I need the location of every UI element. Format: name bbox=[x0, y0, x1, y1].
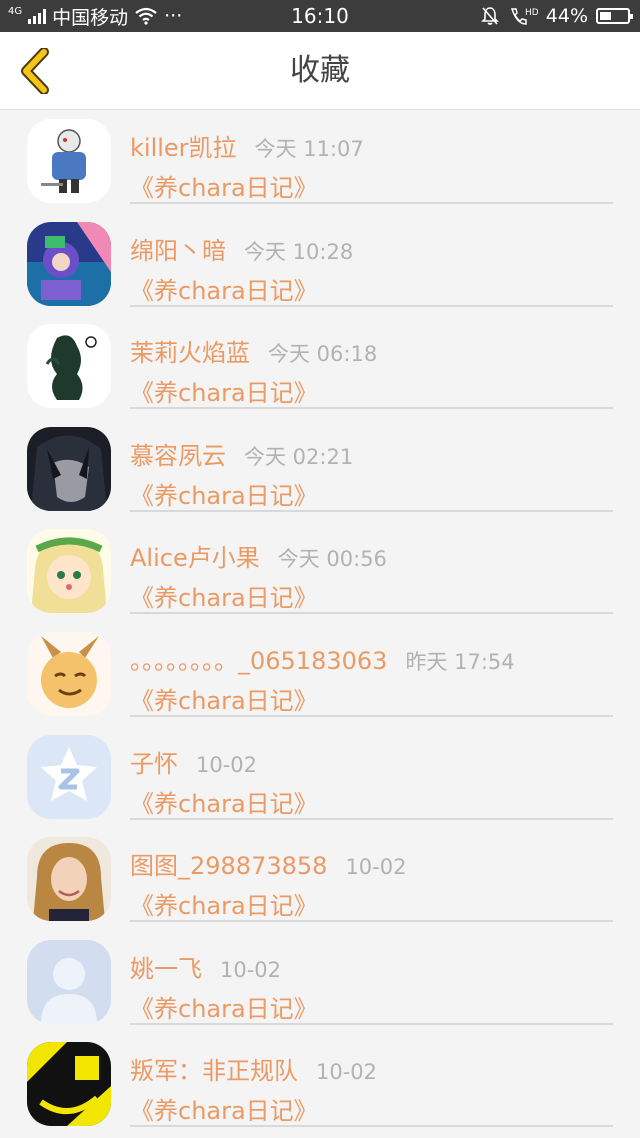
item-title[interactable]: 《养chara日记》 bbox=[130, 271, 318, 306]
user-name[interactable]: 。。。。。。。。_065183063 bbox=[130, 641, 387, 676]
item-body: 子怀 10-02 《养chara日记》 bbox=[130, 728, 613, 820]
page-title: 收藏 bbox=[290, 53, 350, 88]
item-time: 今天 11:07 bbox=[254, 137, 364, 161]
item-title[interactable]: 《养chara日记》 bbox=[130, 168, 318, 203]
user-name[interactable]: 姚一飞 bbox=[130, 949, 202, 984]
hd-call-icon: HD bbox=[510, 8, 538, 25]
network-type: 4G bbox=[8, 6, 23, 17]
item-body: 绵阳丶暗 今天 10:28 《养chara日记》 bbox=[130, 215, 613, 307]
item-title[interactable]: 《养chara日记》 bbox=[130, 886, 318, 921]
favorites-list: killer凯拉 今天 11:07 《养chara日记》 绵阳丶暗 今天 10:28… bbox=[0, 112, 640, 1138]
wifi-icon bbox=[135, 7, 157, 25]
item-time: 昨天 17:54 bbox=[405, 649, 515, 674]
avatar[interactable] bbox=[27, 529, 111, 614]
carrier-name: 中国移动 bbox=[52, 6, 129, 29]
item-title[interactable]: 《养chara日记》 bbox=[130, 476, 318, 511]
status-left: 4G 中国移动 ··· bbox=[8, 3, 182, 30]
user-name[interactable]: killer凯拉 bbox=[130, 128, 237, 163]
item-body: 图图_298873858 10-02 《养chara日记》 bbox=[130, 830, 613, 923]
avatar[interactable] bbox=[27, 837, 111, 922]
list-item[interactable]: 绵阳丶暗 今天 10:28 《养chara日记》 bbox=[0, 215, 640, 318]
user-name[interactable]: 慕容夙云 bbox=[130, 436, 226, 471]
item-body: 慕容夙云 今天 02:21 《养chara日记》 bbox=[130, 420, 613, 512]
item-time: 今天 06:18 bbox=[268, 342, 378, 367]
item-body: 茉莉火焰蓝 今天 06:18 《养chara日记》 bbox=[130, 317, 613, 410]
avatar[interactable] bbox=[27, 324, 111, 409]
battery-fill bbox=[600, 12, 611, 20]
item-body: 。。。。。。。。_065183063 昨天 17:54 《养chara日记》 bbox=[130, 625, 613, 717]
back-button[interactable] bbox=[10, 46, 60, 96]
battery-icon bbox=[596, 8, 633, 24]
battery-percent: 44% bbox=[545, 5, 588, 27]
list-item[interactable]: killer凯拉 今天 11:07 《养chara日记》 bbox=[0, 112, 640, 215]
avatar[interactable] bbox=[27, 734, 111, 819]
item-time: 今天 02:21 bbox=[244, 444, 354, 469]
status-right: HD 44% bbox=[480, 5, 633, 27]
user-name[interactable]: 茉莉火焰蓝 bbox=[130, 333, 250, 368]
list-item[interactable]: 慕容夙云 今天 02:21 《养chara日记》 bbox=[0, 420, 640, 523]
item-body: killer凯拉 今天 11:07 《养chara日记》 bbox=[130, 112, 613, 204]
avatar[interactable] bbox=[27, 119, 111, 203]
list-item[interactable]: 图图_298873858 10-02 《养chara日记》 bbox=[0, 830, 640, 933]
list-item[interactable]: 子怀 10-02 《养chara日记》 bbox=[0, 728, 640, 831]
header: 收藏 bbox=[0, 32, 640, 110]
item-time: 今天 00:56 bbox=[277, 547, 387, 572]
user-name[interactable]: Alice卢小果 bbox=[130, 538, 260, 573]
avatar[interactable] bbox=[27, 939, 111, 1024]
item-time: 10-02 bbox=[316, 1060, 378, 1085]
more-dots: ··· bbox=[164, 5, 183, 27]
list-item[interactable]: 姚一飞 10-02 《养chara日记》 bbox=[0, 933, 640, 1036]
svg-text:HD: HD bbox=[525, 8, 538, 18]
item-time: 10-02 bbox=[196, 752, 258, 777]
list-item[interactable]: Alice卢小果 今天 00:56 《养chara日记》 bbox=[0, 522, 640, 625]
avatar[interactable] bbox=[27, 631, 111, 716]
item-title[interactable]: 《养chara日记》 bbox=[130, 373, 318, 408]
item-title[interactable]: 《养chara日记》 bbox=[130, 1091, 318, 1126]
avatar[interactable] bbox=[27, 221, 111, 306]
item-body: 姚一飞 10-02 《养chara日记》 bbox=[130, 933, 613, 1025]
signal-icon bbox=[28, 8, 47, 24]
avatar[interactable] bbox=[27, 1042, 111, 1127]
mute-icon bbox=[480, 7, 499, 25]
user-name[interactable]: 图图_298873858 bbox=[130, 846, 327, 881]
list-item[interactable]: 。。。。。。。。_065183063 昨天 17:54 《养chara日记》 bbox=[0, 625, 640, 728]
avatar[interactable] bbox=[27, 426, 111, 511]
item-title[interactable]: 《养chara日记》 bbox=[130, 784, 318, 819]
item-time: 10-02 bbox=[345, 855, 407, 880]
item-body: Alice卢小果 今天 00:56 《养chara日记》 bbox=[130, 522, 613, 615]
item-title[interactable]: 《养chara日记》 bbox=[130, 681, 318, 716]
user-name[interactable]: 叛军：非正规队 bbox=[130, 1051, 298, 1086]
user-name[interactable]: 绵阳丶暗 bbox=[130, 231, 226, 266]
chevron-left-icon bbox=[21, 48, 49, 94]
list-item[interactable]: 茉莉火焰蓝 今天 06:18 《养chara日记》 bbox=[0, 317, 640, 420]
status-bar: 4G 中国移动 ··· 16:10 HD 44% bbox=[0, 0, 640, 32]
list-item[interactable]: 叛军：非正规队 10-02 《养chara日记》 bbox=[0, 1035, 640, 1138]
user-name[interactable]: 子怀 bbox=[130, 744, 178, 779]
item-time: 10-02 bbox=[220, 957, 282, 982]
item-title[interactable]: 《养chara日记》 bbox=[130, 989, 318, 1024]
item-title[interactable]: 《养chara日记》 bbox=[130, 578, 318, 613]
item-time: 今天 10:28 bbox=[244, 239, 354, 264]
item-body: 叛军：非正规队 10-02 《养chara日记》 bbox=[130, 1035, 613, 1128]
